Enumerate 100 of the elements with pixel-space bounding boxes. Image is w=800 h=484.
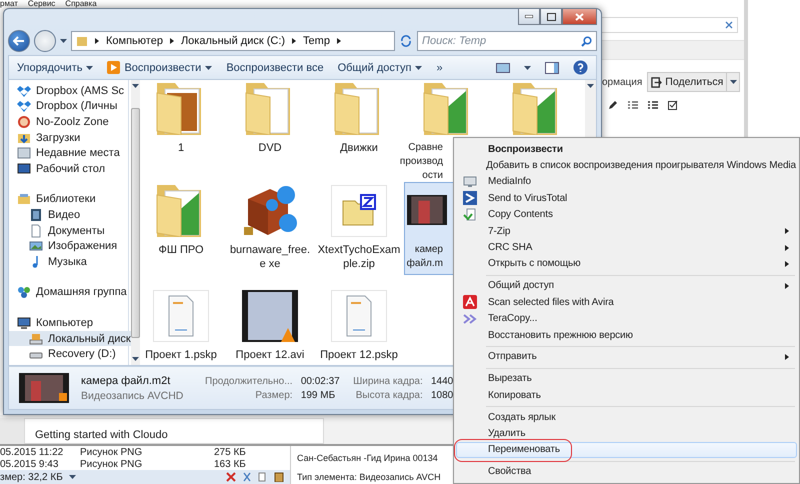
file-name: Движки	[339, 141, 379, 155]
message-subject[interactable]: Сан-Себастьян -Гид Ирина 00134	[297, 453, 453, 463]
search-field[interactable]: Поиск: Temp	[417, 31, 597, 51]
menu-item[interactable]: Scan selected files with Avira	[456, 294, 797, 310]
caret-icon	[132, 357, 139, 361]
nav-item[interactable]: No-Zoolz Zone	[9, 114, 131, 130]
nav-item[interactable]: Рабочий стол	[9, 160, 131, 177]
nav-item[interactable]: Домашняя группа	[9, 284, 131, 300]
menu-item[interactable]: Создать ярлык	[456, 408, 797, 426]
property-label: Продолжительно...	[205, 376, 293, 386]
menu-item[interactable]: Удалить	[456, 425, 797, 442]
copy-icon	[463, 208, 477, 222]
monitor-icon	[463, 174, 477, 189]
breadcrumb-item[interactable]: Temp	[303, 35, 330, 47]
address-bar[interactable]: Компьютер Локальный диск (C:) Temp	[71, 31, 395, 51]
clipboard-icon[interactable]	[274, 472, 284, 482]
document-icon	[153, 290, 209, 342]
menu-item[interactable]: TeraCopy...	[456, 310, 797, 327]
forward-button[interactable]	[34, 30, 56, 52]
nav-item[interactable]: Библиотеки	[9, 192, 131, 208]
file-item[interactable]: Проект 1.pskp	[137, 287, 225, 365]
property-value: 199 МБ	[300, 390, 336, 400]
size-cell-text: 275 КБ	[214, 447, 247, 459]
view-icon[interactable]	[496, 62, 510, 72]
nav-item[interactable]: Изображения	[9, 238, 131, 254]
breadcrumb-item[interactable]: Компьютер	[106, 35, 163, 47]
nav-item[interactable]: Dropbox (Личны	[9, 98, 131, 114]
checkbox-icon[interactable]	[668, 100, 678, 110]
property-value: 1440	[431, 376, 454, 386]
submenu-arrow-icon	[784, 260, 790, 267]
close-icon[interactable]	[725, 21, 733, 29]
share-icon	[651, 76, 662, 88]
menu-item[interactable]: Восстановить прежнюю версию	[456, 326, 797, 344]
menu-item[interactable]: Сервис	[28, 0, 56, 8]
file-item[interactable]: Проект 12.pskp	[315, 287, 403, 365]
file-item[interactable]: burnaware_free.e xe	[226, 182, 314, 275]
menu-item[interactable]: Отправить	[456, 348, 797, 366]
file-item[interactable]: ФШ ПРО	[137, 182, 225, 261]
help-icon[interactable]	[573, 60, 588, 75]
nav-item[interactable]: Загрузки	[9, 130, 131, 146]
video-thumbnail	[242, 290, 298, 342]
date-cell-text: 05.2015 9:43	[0, 459, 60, 471]
toolbar-button[interactable]: Воспроизвести все	[226, 62, 324, 74]
desktop-icon	[17, 162, 31, 176]
property-label: Ширина кадра:	[353, 376, 423, 386]
preview-pane-icon[interactable]	[545, 62, 559, 74]
nav-item[interactable]: Документы	[9, 222, 131, 238]
menu-item[interactable]: Переименовать	[456, 442, 797, 458]
file-item[interactable]: XtextTychoExam ple.zip	[315, 182, 403, 275]
nav-item[interactable]: Dropbox (AMS Sc	[9, 83, 131, 99]
toolbar-button[interactable]: Общий доступ	[338, 62, 422, 74]
nav-item[interactable]: Recovery (D:)	[9, 346, 131, 362]
size-label: змер: 32,2 КБ	[0, 472, 63, 482]
caret-icon	[60, 39, 67, 43]
caret-icon	[68, 475, 76, 479]
file-item[interactable]: Проект 12.avi	[226, 287, 314, 365]
property-label: Размер:	[254, 390, 293, 400]
nav-item[interactable]: Видео	[9, 207, 131, 223]
delete-icon[interactable]	[226, 472, 236, 482]
file-name: Проект 12.avi	[234, 348, 306, 362]
caret-icon	[415, 66, 422, 70]
file-item[interactable]: DVD	[226, 80, 314, 159]
file-item[interactable]: 1	[137, 80, 225, 159]
numbered-list-icon[interactable]	[648, 100, 658, 110]
nav-item[interactable]: Недавние места	[9, 145, 131, 161]
menu-item[interactable]: Вырезать	[456, 370, 797, 388]
nav-item[interactable]: Локальный диск	[9, 330, 131, 346]
scrollbar[interactable]	[130, 80, 140, 365]
share-dropdown-button[interactable]	[727, 72, 740, 92]
close-icon	[575, 12, 584, 20]
minimize-button[interactable]	[518, 9, 540, 25]
menu-item[interactable]: Справка	[65, 0, 97, 8]
close-button[interactable]	[562, 9, 597, 25]
more-button[interactable]: »	[436, 62, 443, 74]
menu-item[interactable]: рмат	[0, 0, 18, 8]
nav-item[interactable]: Музыка	[9, 254, 131, 270]
menu-item[interactable]: Общий доступ	[456, 278, 797, 294]
back-button[interactable]	[8, 30, 30, 52]
note-title[interactable]: Getting started with Cloudo	[24, 418, 324, 444]
toolbar-button[interactable]: Воспроизвести	[107, 61, 212, 74]
library-icon	[17, 192, 31, 206]
toolbar-button[interactable]: Упорядочить	[17, 62, 94, 74]
share-button[interactable]: Поделиться	[647, 72, 728, 92]
menu-item[interactable]: Воспроизвести	[456, 141, 797, 158]
zip-folder-icon	[331, 185, 387, 237]
caret-icon	[730, 80, 737, 84]
refresh-icon[interactable]	[399, 34, 413, 48]
menu-item[interactable]: Копировать	[456, 387, 797, 404]
menu-item[interactable]: Добавить в список воспроизведения проигрывателя Windows Media	[456, 157, 797, 174]
menu-item[interactable]: Свойства	[456, 464, 797, 480]
box-icon	[242, 185, 298, 237]
list-icon[interactable]	[628, 100, 638, 110]
nav-item[interactable]: Компьютер	[9, 315, 131, 331]
scissors-icon[interactable]	[242, 472, 252, 482]
maximize-button[interactable]	[540, 9, 562, 25]
search-field[interactable]	[602, 17, 738, 33]
copy-icon[interactable]	[258, 472, 268, 482]
search-icon	[581, 36, 592, 47]
breadcrumb-item[interactable]: Локальный диск (C:)	[180, 35, 286, 47]
pencil-icon[interactable]	[608, 100, 618, 110]
